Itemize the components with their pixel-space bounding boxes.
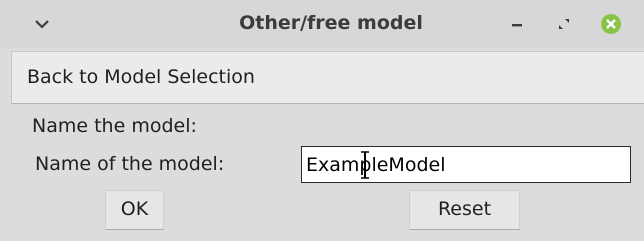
minimize-icon[interactable] [505, 12, 529, 36]
back-to-model-selection-button[interactable]: Back to Model Selection [11, 51, 644, 104]
window-title: Other/free model [239, 12, 423, 34]
dialog-window: Other/free model Back to Model Selection… [0, 0, 644, 241]
reset-button[interactable]: Reset [409, 190, 520, 230]
title-bar[interactable]: Other/free model [0, 0, 644, 48]
ok-button[interactable]: OK [105, 190, 164, 230]
section-label: Name the model: [32, 115, 197, 137]
maximize-icon[interactable] [552, 12, 576, 36]
model-name-input[interactable] [301, 146, 631, 183]
close-icon[interactable] [599, 12, 623, 36]
model-name-label: Name of the model: [35, 153, 225, 175]
